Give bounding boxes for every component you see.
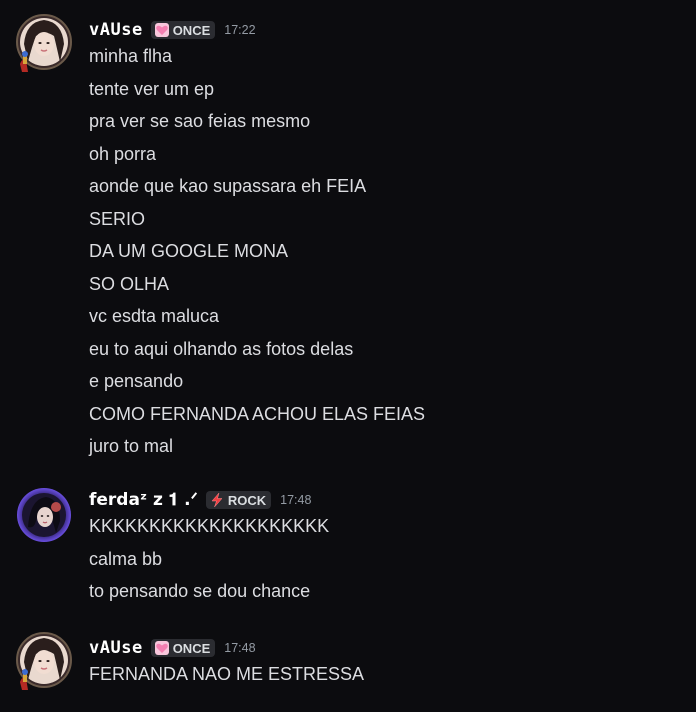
- message-line: calma bb: [89, 549, 163, 569]
- message-line: to pensando se dou chance: [89, 581, 311, 601]
- message-line: eu to aqui olhando as fotos delas: [89, 339, 354, 359]
- timestamp[interactable]: 17:48: [280, 493, 311, 507]
- clan-tag-label: ONCE: [172, 22, 211, 38]
- clan-tag[interactable]: ROCK: [205, 491, 272, 509]
- message-line: DA UM GOOGLE MONA: [89, 241, 289, 261]
- user-avatar[interactable]: [16, 14, 72, 72]
- message-line: juro to mal: [89, 436, 174, 456]
- pink-heart-icon: [154, 23, 169, 37]
- message-header: ferdaᶻ z 𝟏 .ᐟ ROCK 17:48: [89, 489, 311, 511]
- message-line: COMO FERNANDA ACHOU ELAS FEIAS: [89, 404, 426, 424]
- username[interactable]: ferdaᶻ z 𝟏 .ᐟ: [89, 490, 198, 510]
- message-header: vAUse ONCE 17:48: [89, 637, 256, 659]
- clan-tag[interactable]: ONCE: [150, 639, 216, 657]
- message-line: vc esdta maluca: [89, 306, 220, 326]
- message-line: KKKKKKKKKKKKKKKKKKKK: [89, 516, 330, 536]
- message-line: FERNANDA NAO ME ESTRESSA: [89, 664, 365, 684]
- message-line: oh porra: [89, 144, 157, 164]
- message-line: pra ver se sao feias mesmo: [89, 111, 311, 131]
- timestamp[interactable]: 17:48: [224, 641, 255, 655]
- user-avatar[interactable]: [16, 632, 72, 690]
- clan-tag-label: ROCK: [227, 492, 267, 508]
- message-line: e pensando: [89, 371, 184, 391]
- timestamp[interactable]: 17:22: [224, 23, 255, 37]
- clan-tag[interactable]: ONCE: [150, 21, 216, 39]
- message-line: SERIO: [89, 209, 146, 229]
- username[interactable]: vAUse: [89, 638, 143, 658]
- username[interactable]: vAUse: [89, 20, 143, 40]
- message-line: minha flha: [89, 46, 173, 66]
- pink-heart-icon: [154, 641, 169, 655]
- clan-tag-label: ONCE: [172, 640, 211, 656]
- lightning-bolt-icon: [211, 492, 223, 508]
- message-line: aonde que kao supassara eh FEIA: [89, 176, 367, 196]
- message-line: SO OLHA: [89, 274, 170, 294]
- message-header: vAUse ONCE 17:22: [89, 19, 256, 41]
- message-line: tente ver um ep: [89, 79, 215, 99]
- user-avatar[interactable]: [16, 487, 72, 543]
